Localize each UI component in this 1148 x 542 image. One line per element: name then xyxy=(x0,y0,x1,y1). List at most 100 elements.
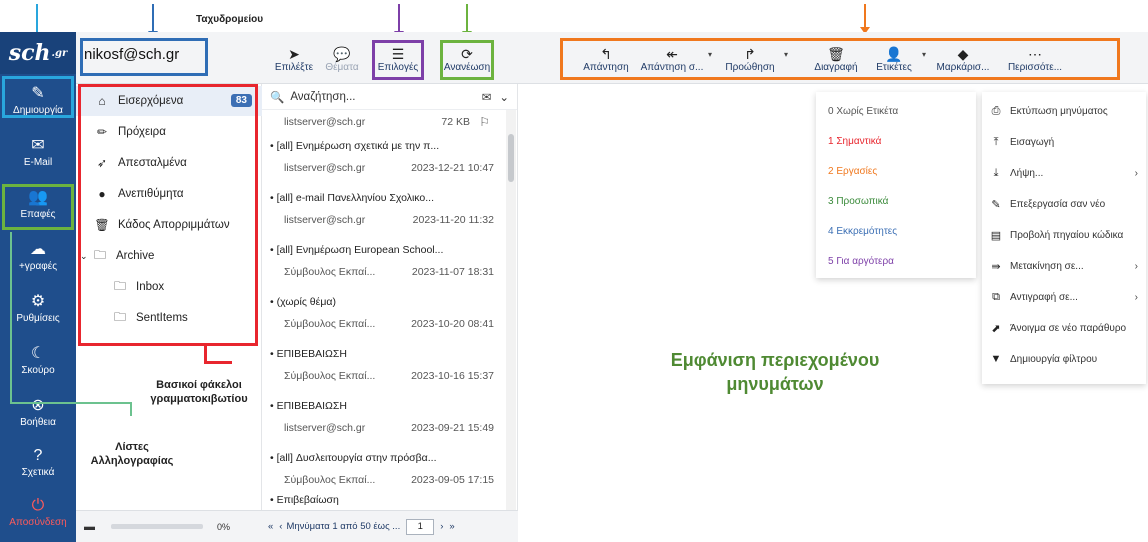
menu-edit-as-new[interactable]: ✎ Επεξεργασία σαν νέο xyxy=(982,189,1146,219)
more-button[interactable]: ⋯ Περισσότε... xyxy=(1002,38,1068,80)
message-content-pane: Εμφάνιση περιεχομένου μηνυμάτων 0 Χωρίς … xyxy=(518,84,1148,542)
mark-button[interactable]: ◆ Μαρκάρισ... xyxy=(932,38,994,80)
folder-archive-inbox[interactable]: 🗀 Inbox xyxy=(76,272,262,302)
unread-badge: 83 xyxy=(230,94,252,107)
message-row[interactable]: • ΕΠΙΒΕΒΑΙΩΣΗ listserver@sch.gr 2023-09-2… xyxy=(262,400,502,444)
delete-button[interactable]: 🗑 Διαγραφή xyxy=(810,38,862,80)
folder-junk[interactable]: ● Ανεπιθύμητα xyxy=(76,179,262,209)
menu-open-new-window[interactable]: ⬈ Άνοιγμα σε νέο παράθυρο xyxy=(982,313,1146,343)
message-row[interactable]: • [all] Ενημέρωση European School... Σύμ… xyxy=(262,244,502,288)
lists-leader-drop xyxy=(130,402,132,416)
message-row[interactable]: • [all] e-mail Πανελληνίου Σχολικο... li… xyxy=(262,192,502,236)
envelope-icon[interactable]: ✉ xyxy=(482,90,492,104)
power-icon: ⏻ xyxy=(31,496,45,514)
folder-sent[interactable]: ➶ Απεσταλμένα xyxy=(76,148,262,178)
help-icon: ⊗ xyxy=(31,396,45,414)
folder-icon: 🗀 xyxy=(93,247,106,262)
reply-all-icon: ↞ xyxy=(666,45,678,62)
reply-all-caret[interactable]: ▾ xyxy=(708,50,712,59)
pager-text: Μηνύματα 1 από 50 έως ... xyxy=(286,521,401,532)
nav-about[interactable]: ? Σχετικά xyxy=(0,438,76,486)
search-bar[interactable]: 🔍 Αναζήτηση... ✉ ⌄ xyxy=(262,84,517,110)
submenu-chevron-icon: › xyxy=(1134,291,1138,303)
quota-bar: ▬ 0% xyxy=(76,510,262,542)
ellipsis-icon: ⋯ xyxy=(1028,45,1042,62)
print-icon: ⎙ xyxy=(991,104,1001,117)
nav-email[interactable]: ✉ E-Mail xyxy=(0,128,76,176)
menu-copy[interactable]: ⧉ Αντιγραφή σε... › xyxy=(982,282,1146,312)
lists-leader-vertical xyxy=(10,232,12,404)
forward-button[interactable]: ↱ Προώθηση xyxy=(720,38,780,80)
chevron-down-icon[interactable]: ⌄ xyxy=(80,251,92,262)
message-row[interactable]: • [all] Δυσλειτουργία στην πρόσβα... Σύμ… xyxy=(262,452,502,496)
more-menu: ⎙ Εκτύπωση μηνύματος ⤒ Εισαγωγή ⤓ Λήψη... › … xyxy=(982,92,1146,384)
logo: sch .gr xyxy=(0,32,76,74)
import-icon: ⤒ xyxy=(993,135,999,148)
menu-view-source[interactable]: ▤ Προβολή πηγαίου κώδικα xyxy=(982,220,1146,250)
message-row[interactable]: • (χωρίς θέμα) Σύμβουλος Εκπαί... 2023-10… xyxy=(262,296,502,340)
tags-caret[interactable]: ▾ xyxy=(922,50,926,59)
tag-item[interactable]: 3 Προσωπικά xyxy=(816,186,888,216)
tag-item[interactable]: 5 Για αργότερα xyxy=(816,246,894,276)
menu-move[interactable]: ⇛ Μετακίνηση σε... › xyxy=(982,251,1146,281)
reply-all-button[interactable]: ↞ Απάντηση σ... xyxy=(638,38,706,80)
arrow-purple xyxy=(394,4,404,38)
annotation-label-folders: Βασικοί φάκελοι γραμματοκιβωτίου xyxy=(150,379,248,405)
refresh-button[interactable]: ⟳ Ανανέωση xyxy=(442,38,492,80)
folder-inbox[interactable]: ⌂ Εισερχόμενα 83 xyxy=(76,86,262,116)
edit-icon: ✎ xyxy=(991,198,1001,211)
threads-icon: 💬 xyxy=(333,45,351,62)
refresh-icon: ⟳ xyxy=(461,45,473,62)
nav-contacts[interactable]: 👥 Επαφές xyxy=(0,180,76,228)
next-page-icon[interactable]: › xyxy=(440,521,443,532)
download-icon: ⤓ xyxy=(993,166,999,179)
gear-icon: ⚙ xyxy=(30,292,46,310)
question-icon: ? xyxy=(33,446,43,464)
forward-caret[interactable]: ▾ xyxy=(784,50,788,59)
message-row[interactable]: listserver@sch.gr 72 KB ⚐ xyxy=(262,115,502,136)
search-input[interactable]: Αναζήτηση... xyxy=(290,91,481,103)
menu-print[interactable]: ⎙ Εκτύπωση μηνύματος xyxy=(982,96,1146,126)
tag-item[interactable]: 2 Εργασίες xyxy=(816,156,877,186)
folder-archive[interactable]: ⌄ 🗀 Archive xyxy=(76,241,262,271)
tags-button[interactable]: 👤 Ετικέτες xyxy=(868,38,920,80)
move-icon: ⇛ xyxy=(991,260,1001,273)
tag-icon: ◆ xyxy=(957,45,969,62)
filter-icon: ▼ xyxy=(990,353,1002,365)
cloud-icon: ☁ xyxy=(30,240,46,258)
first-page-icon[interactable]: « xyxy=(268,521,273,532)
folder-drafts[interactable]: ✏ Πρόχειρα xyxy=(76,117,262,147)
reply-button[interactable]: ↰ Απάντηση xyxy=(580,38,632,80)
folder-archive-sentitems[interactable]: 🗀 SentItems xyxy=(76,303,262,333)
tag-item[interactable]: 4 Εκκρεμότητες xyxy=(816,216,897,246)
menu-download[interactable]: ⤓ Λήψη... › xyxy=(982,158,1146,188)
flag-icon[interactable]: ⚐ xyxy=(479,115,490,129)
compose-icon: ✎ xyxy=(31,84,45,102)
tag-item[interactable]: 1 Σημαντικά xyxy=(816,126,881,156)
last-page-icon[interactable]: » xyxy=(449,521,454,532)
threads-button[interactable]: 💬 Θέματα xyxy=(320,38,364,80)
message-row[interactable]: • [all] Ενημέρωση σχετικά με την π... li… xyxy=(262,140,502,184)
inbox-icon: ⌂ xyxy=(98,94,106,108)
open-window-icon: ⬈ xyxy=(991,322,1001,335)
message-list-scrollbar[interactable] xyxy=(506,110,516,510)
annotation-strip: Ταχυδρομείου xyxy=(0,0,1148,62)
menu-import[interactable]: ⤒ Εισαγωγή xyxy=(982,127,1146,157)
select-button[interactable]: ➤ Επιλέξτε xyxy=(270,38,318,80)
annotation-label-mailbox: Ταχυδρομείου xyxy=(196,14,264,25)
nav-logout[interactable]: ⏻ Αποσύνδεση xyxy=(0,488,76,536)
drive-icon: ▬ xyxy=(84,520,95,533)
folder-icon: 🗀 xyxy=(113,278,126,293)
chevron-down-icon[interactable]: ⌄ xyxy=(499,90,509,104)
folder-trash[interactable]: 🗑 Κάδος Απορριμμάτων xyxy=(76,210,262,240)
nav-compose[interactable]: ✎ Δημιουργία xyxy=(0,76,76,124)
send-icon: ➶ xyxy=(96,156,108,170)
message-row[interactable]: • Επιβεβαίωση xyxy=(262,494,502,510)
options-button[interactable]: ☰ Επιλογές xyxy=(374,38,422,80)
prev-page-icon[interactable]: ‹ xyxy=(279,521,282,532)
page-input[interactable]: 1 xyxy=(406,518,435,535)
message-row[interactable]: • ΕΠΙΒΕΒΑΙΩΣΗ Σύμβουλος Εκπαί... 2023-10-… xyxy=(262,348,502,392)
tag-item[interactable]: 0 Χωρίς Ετικέτα xyxy=(816,96,898,126)
menu-create-filter[interactable]: ▼ Δημιουργία φίλτρου xyxy=(982,344,1146,374)
scrollbar-thumb[interactable] xyxy=(508,134,514,182)
